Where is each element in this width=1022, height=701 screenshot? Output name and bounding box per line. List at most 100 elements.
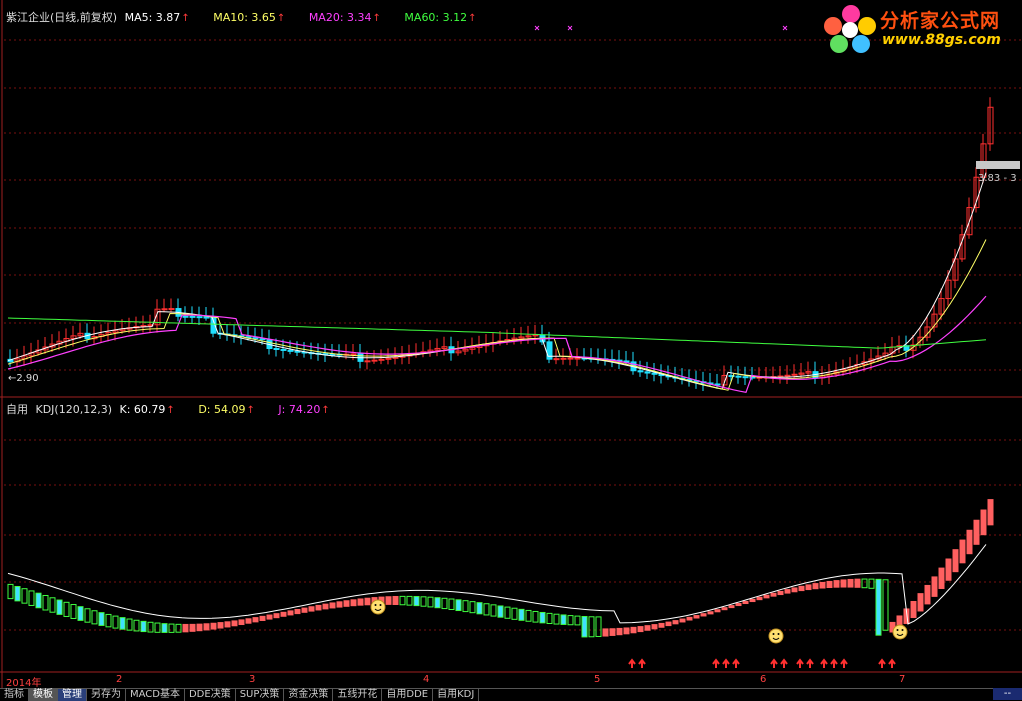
smiley-eye: [772, 633, 775, 635]
up-arrow-icon: [888, 658, 896, 668]
kdj-bar: [826, 580, 833, 589]
up-arrow-icon: [806, 658, 814, 668]
kdj-bar: [119, 617, 126, 630]
kdj-bar: [693, 615, 700, 619]
kdj-bar: [630, 626, 637, 634]
kdj-bar: [574, 615, 581, 626]
kdj-bar: [980, 509, 987, 536]
x-axis-label: 5: [594, 674, 601, 685]
up-arrow-icon: ↑: [468, 13, 477, 24]
grid-lines: [4, 39, 1022, 631]
kdj-bar: [63, 601, 70, 617]
up-arrow-icon: [830, 658, 838, 668]
kdj-bar: [392, 595, 399, 606]
kdj-bar: [266, 614, 273, 620]
kdj-bar: [203, 623, 210, 631]
candle-body: [273, 347, 280, 350]
ma60-value: MA60: 3.12↑: [404, 11, 477, 24]
tab-save-as[interactable]: 另存为: [87, 689, 126, 701]
tab-template[interactable]: 模板: [29, 689, 58, 701]
tab-five-lines[interactable]: 五线开花: [333, 689, 383, 701]
kdj-bar: [966, 529, 973, 555]
smiley-icon: [370, 599, 386, 615]
kdj-bar: [770, 592, 777, 597]
up-arrow-icon: [638, 658, 646, 668]
kdj-bar: [189, 623, 196, 632]
kdj-bar: [427, 596, 434, 608]
kdj-bar: [21, 588, 28, 604]
tab-fund-decision[interactable]: 资金决策: [284, 689, 334, 701]
up-arrow-icon: ↑: [321, 405, 330, 416]
kdj-bar: [665, 621, 672, 627]
up-arrow-icon: [840, 658, 848, 668]
candle-body: [567, 357, 574, 360]
kdj-bar: [476, 602, 483, 615]
current-price-box: [976, 161, 1020, 169]
kdj-bar: [546, 612, 553, 624]
kdj-indicator: [7, 499, 994, 638]
kdj-bar: [924, 584, 931, 605]
kdj-bar: [343, 600, 350, 607]
kdj-bar: [49, 597, 56, 613]
kdj-bar: [819, 581, 826, 589]
kdj-bar: [441, 597, 448, 610]
tab-custom-dde[interactable]: 自用DDE: [382, 689, 434, 701]
stock-title: 紫江企业(日线,前复权): [6, 11, 118, 24]
kdj-bar: [406, 595, 413, 606]
candle-body: [161, 308, 168, 311]
kdj-bar: [658, 622, 665, 628]
up-arrow-icon: [780, 658, 788, 668]
candle-body: [378, 358, 385, 361]
d-value: D: 54.09↑: [198, 403, 255, 416]
kdj-bar: [133, 619, 140, 632]
tab-macd-basic[interactable]: MACD基本: [126, 689, 185, 701]
x-axis-label: 2: [116, 674, 123, 685]
kdj-bar: [84, 608, 91, 623]
x-axis-label: 3: [249, 674, 256, 685]
kdj-bar: [728, 605, 735, 609]
kdj-bar: [182, 623, 189, 633]
smiley-eye: [374, 604, 377, 606]
candle-body: [168, 308, 175, 311]
main-legend: 紫江企业(日线,前复权) MA5: 3.87↑ MA10: 3.65↑ MA20…: [6, 9, 497, 25]
tab-indicator[interactable]: 指标: [0, 689, 29, 701]
kdj-bar: [224, 621, 231, 628]
kdj-bar: [112, 615, 119, 629]
kdj-bar: [917, 593, 924, 612]
candle-body: [637, 370, 644, 373]
kdj-bar: [567, 615, 574, 626]
kdj-bar: [294, 608, 301, 615]
kdj-bar: [42, 594, 49, 611]
tab-custom-kdj[interactable]: 自用KDJ: [433, 689, 480, 701]
k-value: K: 60.79↑: [119, 403, 175, 416]
kdj-bar: [273, 613, 280, 619]
kdj-bar: [553, 613, 560, 625]
candle-body: [714, 383, 721, 386]
candle-body: [350, 353, 357, 356]
template-tab-bar: 指标 模板 管理 另存为 MACD基本 DDE决策 SUP决策 资金决策 五线开…: [0, 688, 1022, 701]
kdj-bar: [301, 607, 308, 613]
candle-body: [784, 374, 791, 377]
kdj-bar: [791, 587, 798, 593]
kdj-bar: [833, 580, 840, 588]
candle-body: [742, 376, 749, 379]
kdj-bar: [854, 578, 861, 588]
kdj-bar: [308, 606, 315, 612]
kdj-bar: [455, 599, 462, 612]
kdj-bar: [742, 600, 749, 605]
kdj-bar: [357, 598, 364, 606]
kdj-bar: [434, 597, 441, 609]
kdj-bar: [581, 616, 588, 638]
tab-manage[interactable]: 管理: [58, 689, 87, 701]
kdj-bar: [7, 583, 14, 600]
low-price-label: ←2.90: [8, 373, 39, 384]
kdj-bar: [35, 592, 42, 609]
corner-button[interactable]: --: [993, 688, 1022, 700]
tab-sup-decision[interactable]: SUP决策: [236, 689, 285, 701]
smiley-eye: [777, 633, 780, 635]
tab-dde-decision[interactable]: DDE决策: [185, 689, 236, 701]
kdj-bar: [238, 619, 245, 626]
up-arrow-icon: [732, 658, 740, 668]
kdj-bar: [315, 604, 322, 611]
kdj-bar: [413, 596, 420, 607]
